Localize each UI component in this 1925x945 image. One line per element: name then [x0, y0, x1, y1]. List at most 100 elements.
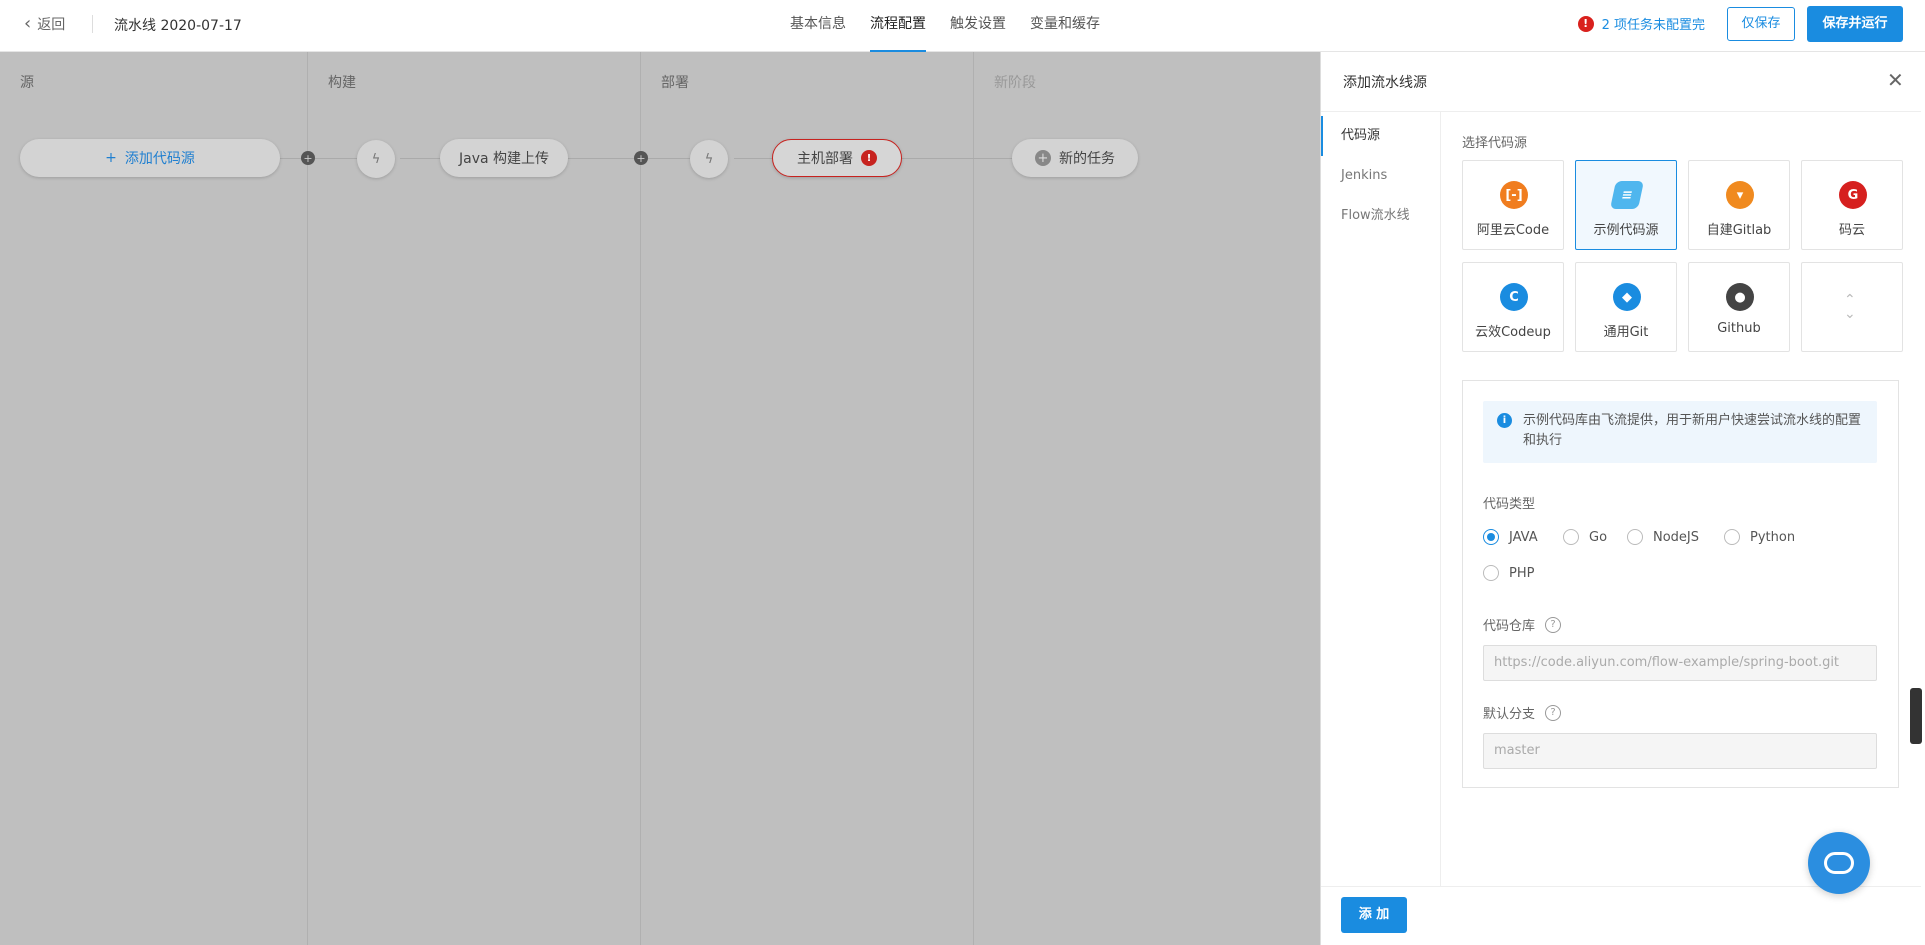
stage-title: 新阶段 — [994, 75, 1036, 91]
lightning-trigger-icon[interactable]: ϟ — [690, 140, 728, 178]
code-type-label: 代码类型 — [1483, 497, 1536, 512]
task-label: Java 构建上传 — [458, 151, 550, 167]
top-bar: ‹ 返回 流水线 2020-07-17 基本信息 流程配置 触发设置 变量和缓存… — [0, 0, 1925, 52]
task-label: 主机部署 — [797, 151, 853, 167]
source-card-label: 码云 — [1838, 223, 1865, 238]
gitee-icon: G — [1839, 181, 1867, 209]
radio-button[interactable] — [1483, 565, 1499, 581]
radio-label: Go — [1589, 529, 1608, 545]
source-card-aliyun-code[interactable]: [-] 阿里云Code — [1462, 160, 1564, 250]
radio-python[interactable]: Python — [1724, 529, 1795, 545]
radio-label: JAVA — [1509, 529, 1538, 545]
expand-sources-button[interactable]: ⌃ ⌄ — [1801, 262, 1903, 352]
repo-label: 代码仓库 — [1483, 619, 1536, 634]
source-card-gitlab[interactable]: ▾ 自建Gitlab — [1688, 160, 1790, 250]
gitlab-icon: ▾ — [1726, 181, 1754, 209]
plus-circle-icon: + — [1035, 150, 1051, 166]
back-label: 返回 — [37, 17, 66, 33]
task-java-build[interactable]: Java 构建上传 — [440, 139, 568, 177]
pipeline-canvas: 源 构建 部署 新阶段 + 添加代码源 + ϟ Java 构建上传 + ϟ 主机… — [0, 52, 1320, 945]
info-alert: i 示例代码库由飞流提供，用于新用户快速尝试流水线的配置和执行 — [1483, 401, 1877, 463]
task-host-deploy[interactable]: 主机部署 ! — [772, 139, 902, 177]
back-button[interactable]: ‹ 返回 — [24, 14, 65, 34]
branch-label: 默认分支 — [1483, 707, 1536, 722]
source-card-label: 通用Git — [1603, 325, 1649, 340]
github-icon: ● — [1726, 283, 1754, 311]
branch-input[interactable]: master — [1483, 733, 1877, 769]
nav-item-code-source[interactable]: 代码源 — [1321, 116, 1441, 156]
info-text: 示例代码库由飞流提供，用于新用户快速尝试流水线的配置和执行 — [1523, 413, 1862, 448]
add-code-source-button[interactable]: + 添加代码源 — [20, 139, 280, 177]
radio-button[interactable] — [1627, 529, 1643, 545]
radio-java[interactable]: JAVA — [1483, 529, 1538, 545]
radio-label: PHP — [1509, 565, 1535, 581]
stage-column-source: 源 — [0, 52, 308, 945]
new-task-button[interactable]: + 新的任务 — [1012, 139, 1138, 177]
add-button[interactable]: 添 加 — [1341, 897, 1407, 933]
chat-bubble-icon — [1824, 852, 1854, 874]
source-card-gitee[interactable]: G 码云 — [1801, 160, 1903, 250]
source-card-sample[interactable]: ≡ 示例代码源 — [1575, 160, 1677, 250]
plus-icon: + — [105, 150, 117, 166]
add-stage-icon[interactable]: + — [634, 151, 648, 165]
add-pipeline-source-panel: 添加流水线源 ✕ 代码源 Jenkins Flow流水线 选择代码源 [-] 阿… — [1320, 52, 1925, 945]
source-card-label: 示例代码源 — [1593, 223, 1659, 238]
radio-nodejs[interactable]: NodeJS — [1627, 529, 1699, 545]
stage-column-new: 新阶段 — [974, 52, 1320, 945]
stage-column-deploy: 部署 — [641, 52, 974, 945]
source-card-label: 云效Codeup — [1475, 325, 1551, 340]
radio-php[interactable]: PHP — [1483, 565, 1534, 581]
repo-url-input[interactable]: https://code.aliyun.com/flow-example/spr… — [1483, 645, 1877, 681]
source-card-label: 自建Gitlab — [1706, 223, 1772, 238]
radio-go[interactable]: Go — [1563, 529, 1607, 545]
connector-line — [400, 158, 440, 159]
chat-support-button[interactable] — [1808, 832, 1870, 894]
source-card-codeup[interactable]: C 云效Codeup — [1462, 262, 1564, 352]
radio-button[interactable] — [1563, 529, 1579, 545]
radio-button[interactable] — [1724, 529, 1740, 545]
aliyun-code-icon: [-] — [1500, 181, 1528, 209]
nav-item-flow-pipeline[interactable]: Flow流水线 — [1321, 196, 1441, 236]
source-config-box: i 示例代码库由飞流提供，用于新用户快速尝试流水线的配置和执行 代码类型 JAV… — [1462, 380, 1899, 788]
radio-button[interactable] — [1483, 529, 1499, 545]
source-card-label: 阿里云Code — [1476, 223, 1550, 238]
add-code-source-label: 添加代码源 — [124, 151, 195, 167]
expand-chevrons-icon: ⌃ ⌄ — [1844, 292, 1856, 322]
close-icon[interactable]: ✕ — [1887, 68, 1904, 92]
nav-item-jenkins[interactable]: Jenkins — [1321, 156, 1441, 196]
side-scroll-handle[interactable] — [1910, 688, 1922, 744]
tab-flow-config[interactable]: 流程配置 — [870, 0, 926, 52]
info-icon: i — [1497, 413, 1512, 428]
stage-column-build: 构建 — [308, 52, 641, 945]
panel-footer: 添 加 — [1321, 886, 1921, 945]
help-icon[interactable]: ? — [1545, 704, 1562, 721]
help-icon[interactable]: ? — [1545, 616, 1562, 633]
stage-title: 部署 — [661, 75, 689, 91]
error-icon: ! — [861, 150, 877, 166]
tab-bar: 基本信息 流程配置 触发设置 变量和缓存 — [790, 0, 1100, 52]
save-and-run-button[interactable]: 保存并运行 — [1807, 6, 1903, 42]
add-stage-icon[interactable]: + — [301, 151, 315, 165]
choose-source-label: 选择代码源 — [1462, 136, 1528, 151]
pipeline-title: 流水线 2020-07-17 — [114, 18, 242, 34]
tab-trigger-settings[interactable]: 触发设置 — [950, 0, 1006, 52]
radio-label: NodeJS — [1653, 529, 1700, 545]
divider — [92, 15, 93, 33]
incomplete-tasks-warning[interactable]: ! 2 项任务未配置完 — [1577, 14, 1705, 33]
tab-variables-cache[interactable]: 变量和缓存 — [1030, 0, 1100, 52]
branch-label-row: 默认分支 ? — [1483, 703, 1562, 722]
radio-label: Python — [1750, 529, 1796, 545]
alert-icon: ! — [1577, 15, 1594, 32]
stage-title: 构建 — [328, 75, 356, 91]
source-card-github[interactable]: ● Github — [1688, 262, 1790, 352]
lightning-trigger-icon[interactable]: ϟ — [357, 140, 395, 178]
task-label: 新的任务 — [1059, 151, 1115, 167]
codeup-icon: C — [1500, 283, 1528, 311]
save-only-button[interactable]: 仅保存 — [1727, 7, 1795, 41]
git-icon: ◆ — [1613, 283, 1641, 311]
tab-basic-info[interactable]: 基本信息 — [790, 0, 846, 52]
source-card-git[interactable]: ◆ 通用Git — [1575, 262, 1677, 352]
stage-title: 源 — [20, 75, 34, 91]
panel-header: 添加流水线源 ✕ — [1321, 52, 1921, 112]
panel-title: 添加流水线源 — [1343, 75, 1427, 91]
